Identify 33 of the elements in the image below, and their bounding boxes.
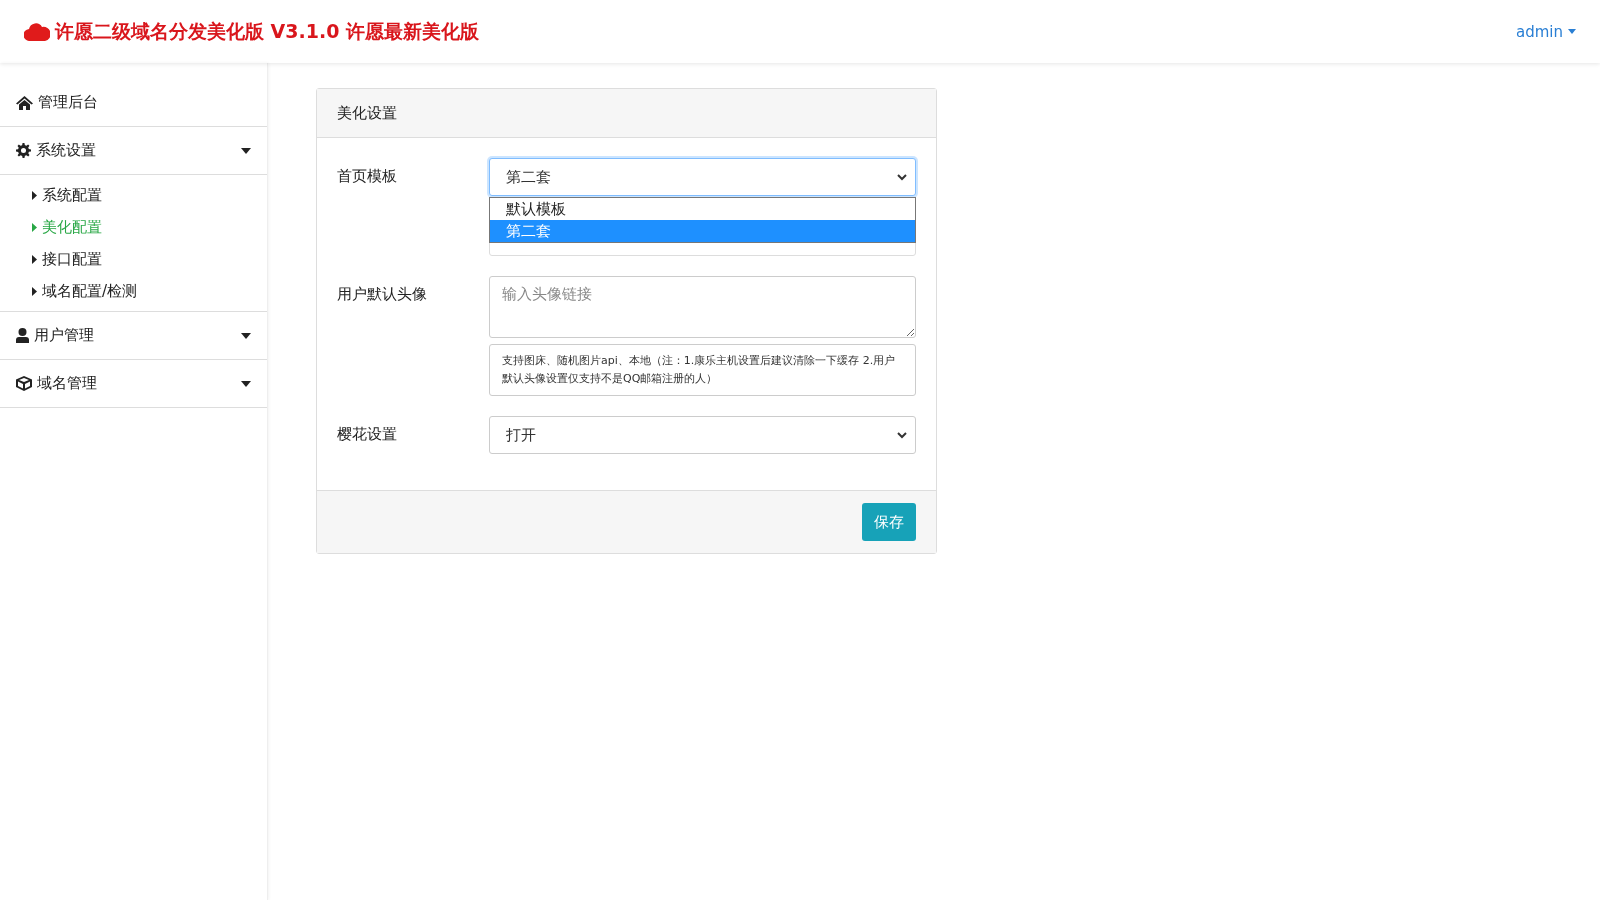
submenu-item[interactable]: 接口配置 [32, 243, 267, 275]
card-title: 美化设置 [337, 103, 397, 123]
select-field[interactable]: 第二套 [489, 158, 916, 196]
avatar-url-field[interactable]: 输入头像链接 [489, 276, 916, 338]
caret-icon [1568, 29, 1576, 34]
field-label: 樱花设置 [337, 424, 398, 445]
sidebar-item[interactable]: 系统设置 [0, 127, 267, 175]
caret-icon [32, 286, 37, 296]
help-text: 支持图床、随机图片api、本地（注：1.康乐主机设置后建议清除一下缓存 2.用户默认头像设置仅支持不是QQ邮箱注册的人） [489, 344, 916, 396]
dropdown-option[interactable]: 默认模板 [490, 198, 915, 220]
cube-icon [16, 376, 32, 391]
field-label: 用户默认头像 [337, 284, 428, 305]
caret-icon [241, 332, 251, 339]
user-icon [16, 328, 29, 343]
user-menu[interactable]: admin [1516, 22, 1576, 41]
caret-icon [241, 147, 251, 154]
caret-icon [32, 222, 37, 232]
cloud-icon [24, 22, 50, 41]
submenu-item[interactable]: 域名配置/检测 [32, 275, 267, 307]
site-title[interactable]: 许愿二级域名分发美化版 V3.1.0 许愿最新美化版 [55, 18, 480, 45]
chevron-icon [897, 431, 907, 439]
sidebar-item[interactable]: 管理后台 [0, 79, 267, 127]
chevron-icon [897, 173, 907, 181]
home-icon [16, 95, 33, 110]
submenu-item[interactable]: 系统配置 [32, 179, 267, 211]
sidebar-item[interactable]: 用户管理 [0, 312, 267, 360]
gear-icon [16, 143, 31, 158]
caret-icon [32, 190, 37, 200]
field-label: 首页模板 [337, 166, 398, 187]
caret-icon [241, 380, 251, 387]
sidebar-item[interactable]: 域名管理 [0, 360, 267, 408]
select-field[interactable]: 打开 [489, 416, 916, 454]
caret-icon [32, 254, 37, 264]
